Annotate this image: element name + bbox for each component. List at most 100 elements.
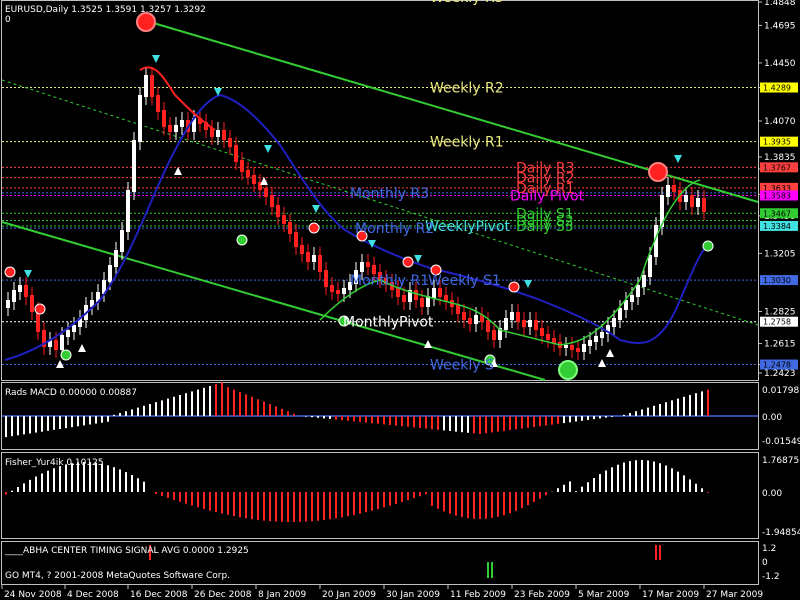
price-tick-label: 1.3205	[764, 249, 796, 259]
candle-body	[216, 130, 220, 137]
date-tick-label: 16 Dec 2008	[130, 590, 188, 600]
candle-body	[510, 312, 514, 320]
fisher-tick-zero: 0.00	[762, 489, 782, 499]
date-tick-label: 27 Mar 2009	[706, 590, 763, 600]
candle-body	[108, 265, 112, 282]
level-label: Daily S3	[516, 219, 574, 235]
candle-body	[60, 335, 64, 350]
candle-body	[582, 344, 586, 352]
candle-body	[264, 188, 268, 197]
signal-large-dot	[136, 12, 156, 32]
candle-body	[576, 348, 580, 352]
signal-large-dot	[648, 162, 668, 182]
candle-body	[636, 285, 640, 297]
candle-body	[12, 290, 16, 302]
date-tick-label: 4 Dec 2008	[67, 590, 119, 600]
candle-body	[618, 308, 622, 320]
date-tick-label: 23 Feb 2009	[514, 590, 570, 600]
date-tick-label: 30 Jan 2009	[386, 590, 440, 600]
candle-body	[672, 185, 676, 192]
level-label: Monthly R2	[355, 221, 434, 237]
price-tag-label: 1.3030	[763, 276, 791, 285]
signal-dot	[308, 222, 320, 234]
level-label: Monthly R3	[350, 186, 429, 202]
candle-body	[162, 110, 166, 127]
candle-body	[228, 138, 232, 147]
candle-body	[516, 312, 520, 322]
date-tick-label: 17 Mar 2009	[642, 590, 699, 600]
price-tick-label: 1.2423	[764, 369, 796, 379]
fisher-title: Fisher_Yur4ik 0.10125	[5, 458, 104, 468]
candle-body	[132, 140, 136, 192]
candle-body	[648, 255, 652, 277]
candle-body	[474, 315, 478, 324]
candle-body	[594, 336, 598, 342]
candle-body	[462, 312, 466, 320]
level-label: Weekly S1	[428, 273, 501, 289]
candle-body	[402, 295, 406, 302]
signal-dot	[60, 349, 72, 361]
level-label: Weekly S	[430, 358, 494, 374]
candle-body	[696, 198, 700, 207]
candle-body	[468, 318, 472, 324]
candle-body	[234, 145, 238, 162]
candle-body	[120, 230, 124, 252]
price-tag-label: 1.3935	[763, 138, 791, 147]
candle-body	[276, 205, 280, 217]
candle-body	[612, 318, 616, 327]
candle-body	[144, 75, 148, 97]
candle-body	[24, 285, 28, 297]
candle-body	[486, 320, 490, 332]
candle-body	[240, 160, 244, 172]
candle-body	[72, 325, 76, 332]
date-tick-label: 11 Feb 2009	[450, 590, 506, 600]
candle-body	[138, 95, 142, 142]
candle-body	[312, 255, 316, 262]
candle-body	[528, 320, 532, 327]
level-label: MonthlyPivot	[343, 315, 434, 331]
candle-body	[666, 185, 670, 197]
price-tag-label: 1.3384	[763, 222, 791, 231]
fisher-tick-bottom: -1.94854	[762, 528, 800, 538]
candle-body	[150, 75, 154, 97]
candle-body	[54, 340, 58, 350]
price-tick-label: 1.4848	[764, 0, 796, 8]
candle-body	[288, 222, 292, 234]
candle-body	[318, 255, 322, 272]
signal-dot	[508, 281, 520, 293]
price-tick-label: 1.4695	[764, 21, 796, 31]
fisher-tick-top: 1.76875	[762, 456, 799, 466]
candle-body	[114, 250, 118, 267]
abha-tick-zero: 0	[762, 558, 768, 568]
candle-body	[222, 130, 226, 140]
candle-body	[126, 190, 130, 232]
candle-body	[324, 270, 328, 287]
date-tick-label: 20 Jan 2009	[322, 590, 376, 600]
level-label: Daily Pivot	[510, 189, 585, 205]
candle-body	[420, 298, 424, 307]
candle-body	[246, 170, 250, 177]
date-tick-label: 5 Mar 2009	[578, 590, 630, 600]
chart-title: EURUSD,Daily 1.3525 1.3591 1.3257 1.3292	[5, 5, 206, 15]
level-label: Weekly R1	[430, 135, 504, 151]
signal-dot	[402, 256, 414, 268]
price-tag-label: 1.4289	[763, 84, 791, 93]
candle-body	[570, 345, 574, 350]
candle-body	[270, 195, 274, 207]
signal-dot	[4, 266, 16, 278]
copyright-text: GO MT4, ? 2001-2008 MetaQuotes Software …	[5, 571, 230, 581]
candle-body	[252, 175, 256, 184]
metatrader-chart[interactable]: Weekly R3Weekly R2Weekly R1Daily R3Daily…	[0, 0, 800, 600]
price-tag-label: 1.2758	[763, 318, 791, 327]
price-tick-label: 1.3835	[764, 153, 796, 163]
candle-body	[174, 125, 178, 132]
price-tick-label: 1.2825	[764, 307, 796, 317]
abha-title: ____ABHA CENTER TIMING SIGNAL AVG 0.0000…	[4, 546, 249, 556]
candle-body	[360, 262, 364, 272]
candle-body	[432, 288, 436, 298]
candle-body	[30, 295, 34, 312]
price-tag-label: 1.2478	[763, 361, 791, 370]
candle-body	[540, 328, 544, 336]
macd-tick-bottom: -0.01549	[762, 437, 800, 447]
price-tag-label: 1.3583	[763, 192, 791, 201]
